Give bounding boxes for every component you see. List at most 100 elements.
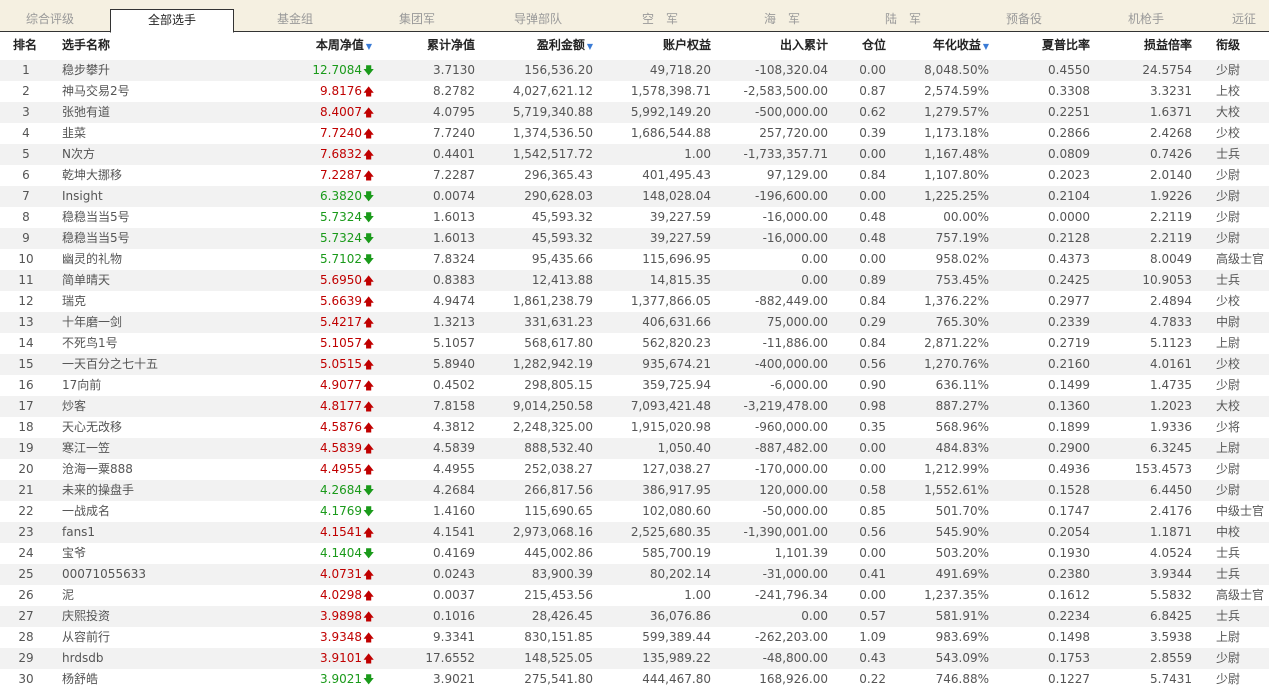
- cell-player-name[interactable]: 乾坤大挪移: [62, 165, 262, 186]
- cell-week-nav: 4.4955🡅: [260, 459, 374, 480]
- cell-player-name[interactable]: 17向前: [62, 375, 262, 396]
- cell-sharpe: 0.0809: [1048, 147, 1090, 161]
- table-row[interactable]: 21 未来的操盘手 4.2684🡇 4.2684 266,817.56 386,917.9…: [0, 480, 1269, 501]
- cell-equity: 1.00: [684, 147, 711, 161]
- cell-player-name[interactable]: 一战成名: [62, 501, 262, 522]
- cell-profit: 45,593.32: [531, 231, 593, 245]
- cell-flow: 168,926.00: [759, 672, 828, 686]
- cell-flow: -500,000.00: [754, 105, 828, 119]
- col-sharpe[interactable]: 夏普比率: [1000, 32, 1090, 59]
- cell-player-name[interactable]: 杨舒皓: [62, 669, 262, 690]
- cell-rank: 9: [22, 231, 30, 245]
- col-cum-nav[interactable]: 累计净值: [374, 32, 475, 59]
- table-row[interactable]: 24 宝爷 4.1404🡇 0.4169 445,002.86 585,700.19 1,1…: [0, 543, 1269, 564]
- cell-player-name[interactable]: hrdsdb: [62, 648, 262, 669]
- table-row[interactable]: 5 N次方 7.6832🡅 0.4401 1,542,517.72 1.00 -1,733,…: [0, 144, 1269, 165]
- arrow-up-icon: 🡅: [363, 442, 375, 455]
- table-row[interactable]: 7 Insight 6.3820🡇 0.0074 290,628.03 148,028.0…: [0, 186, 1269, 207]
- cell-annual: 00.00%: [943, 210, 989, 224]
- tab-all-players[interactable]: 全部选手: [110, 9, 234, 33]
- cell-player-name[interactable]: 庆熙投资: [62, 606, 262, 627]
- table-row[interactable]: 12 瑞克 5.6639🡅 4.9474 1,861,238.79 1,377,866.0…: [0, 291, 1269, 312]
- col-name[interactable]: 选手名称: [62, 32, 110, 59]
- table-row[interactable]: 10 幽灵的礼物 5.7102🡇 7.8324 95,435.66 115,696.95 0…: [0, 249, 1269, 270]
- table-row[interactable]: 27 庆熙投资 3.9898🡅 0.1016 28,426.45 36,076.86 0.0…: [0, 606, 1269, 627]
- tab-reserve[interactable]: 预备役: [979, 10, 1069, 32]
- cell-player-name[interactable]: 沧海一粟888: [62, 459, 262, 480]
- tab-machine-gunner[interactable]: 机枪手: [1101, 10, 1191, 32]
- cell-player-name[interactable]: 寒江一笠: [62, 438, 262, 459]
- tab-air-force[interactable]: 空 军: [615, 10, 705, 32]
- table-row[interactable]: 26 泥 4.0298🡅 0.0037 215,453.56 1.00 -241,796.3…: [0, 585, 1269, 606]
- table-row[interactable]: 15 一天百分之七十五 5.0515🡅 5.8940 1,282,942.19 935,6…: [0, 354, 1269, 375]
- tab-fund-group[interactable]: 基金组: [250, 10, 340, 32]
- cell-player-name[interactable]: 十年磨一剑: [62, 312, 262, 333]
- table-row[interactable]: 2 神马交易2号 9.8176🡅 8.2782 4,027,621.12 1,578,39…: [0, 81, 1269, 102]
- arrow-down-icon: 🡇: [363, 190, 375, 203]
- cell-player-name[interactable]: 00071055633: [62, 564, 262, 585]
- tab-navy[interactable]: 海 军: [737, 10, 827, 32]
- table-row[interactable]: 14 不死鸟1号 5.1057🡅 5.1057 568,617.80 562,820.23…: [0, 333, 1269, 354]
- cell-player-name[interactable]: fans1: [62, 522, 262, 543]
- cell-player-name[interactable]: 从容前行: [62, 627, 262, 648]
- cell-player-name[interactable]: 稳稳当当5号: [62, 207, 262, 228]
- table-row[interactable]: 18 天心无改移 4.5876🡅 4.3812 2,248,325.00 1,915,02…: [0, 417, 1269, 438]
- col-profit[interactable]: 盈利金额 ▼: [480, 32, 593, 59]
- cell-player-name[interactable]: 宝爷: [62, 543, 262, 564]
- cell-player-name[interactable]: 稳步攀升: [62, 60, 262, 81]
- col-week-nav[interactable]: 本周净值 ▼: [260, 32, 372, 59]
- table-row[interactable]: 6 乾坤大挪移 7.2287🡅 7.2287 296,365.43 401,495.43 9…: [0, 165, 1269, 186]
- table-row[interactable]: 29 hrdsdb 3.9101🡅 17.6552 148,525.05 135,989.…: [0, 648, 1269, 669]
- table-row[interactable]: 13 十年磨一剑 5.4217🡅 1.3213 331,631.23 406,631.66…: [0, 312, 1269, 333]
- table-row[interactable]: 4 韭菜 7.7240🡅 7.7240 1,374,536.50 1,686,544.88…: [0, 123, 1269, 144]
- tab-army[interactable]: 陆 军: [858, 10, 948, 32]
- table-row[interactable]: 16 17向前 4.9077🡅 0.4502 298,805.15 359,725.94-…: [0, 375, 1269, 396]
- cell-player-name[interactable]: 稳稳当当5号: [62, 228, 262, 249]
- table-row[interactable]: 22 一战成名 4.1769🡇 1.4160 115,690.65 102,080.60-…: [0, 501, 1269, 522]
- table-row[interactable]: 8 稳稳当当5号 5.7324🡇 1.6013 45,593.32 39,227.59 -1…: [0, 207, 1269, 228]
- table-row[interactable]: 9 稳稳当当5号 5.7324🡇 1.6013 45,593.32 39,227.59 -1…: [0, 228, 1269, 249]
- table-row[interactable]: 23 fans1 4.1541🡅 4.1541 2,973,068.16 2,525,68…: [0, 522, 1269, 543]
- col-annual[interactable]: 年化收益 ▼: [890, 32, 989, 59]
- cell-player-name[interactable]: 未来的操盘手: [62, 480, 262, 501]
- col-position[interactable]: 仓位: [836, 32, 886, 59]
- cell-player-name[interactable]: 张弛有道: [62, 102, 262, 123]
- table-row[interactable]: 11 简单晴天 5.6950🡅 0.8383 12,413.88 14,815.35 0.0…: [0, 270, 1269, 291]
- cell-player-name[interactable]: Insight: [62, 186, 262, 207]
- col-rank[interactable]: 排名: [13, 32, 37, 59]
- cell-position: 0.84: [859, 336, 886, 350]
- col-title[interactable]: 衔级: [1216, 32, 1240, 59]
- cell-player-name[interactable]: 神马交易2号: [62, 81, 262, 102]
- table-row[interactable]: 19 寒江一笠 4.5839🡅 4.5839 888,532.40 1,050.40 -88…: [0, 438, 1269, 459]
- table-row[interactable]: 20 沧海一粟888 4.4955🡅 4.4955 252,038.27 127,038.…: [0, 459, 1269, 480]
- cell-cum-nav: 17.6552: [425, 651, 475, 665]
- tab-army-group[interactable]: 集团军: [372, 10, 462, 32]
- tab-missile-force[interactable]: 导弹部队: [493, 10, 583, 32]
- table-row[interactable]: 30 杨舒皓 3.9021🡇 3.9021 275,541.80 444,467.80 16…: [0, 669, 1269, 690]
- col-equity[interactable]: 账户权益: [600, 32, 711, 59]
- table-row[interactable]: 17 炒客 4.8177🡅 7.8158 9,014,250.58 7,093,421.4…: [0, 396, 1269, 417]
- table-row[interactable]: 3 张弛有道 8.4007🡅 4.0795 5,719,340.88 5,992,149.…: [0, 102, 1269, 123]
- table-row[interactable]: 1 稳步攀升 12.7084🡇 3.7130 156,536.20 49,718.20 -1…: [0, 60, 1269, 81]
- col-week-nav-label: 本周净值: [315, 38, 364, 52]
- table-row[interactable]: 28 从容前行 3.9348🡅 9.3341 830,151.85 599,389.44-…: [0, 627, 1269, 648]
- cell-player-name[interactable]: 幽灵的礼物: [62, 249, 262, 270]
- cell-player-name[interactable]: N次方: [62, 144, 262, 165]
- cell-player-name[interactable]: 一天百分之七十五: [62, 354, 262, 375]
- cell-player-name[interactable]: 不死鸟1号: [62, 333, 262, 354]
- cell-player-name[interactable]: 泥: [62, 585, 262, 606]
- sort-down-icon: ▼: [982, 42, 989, 51]
- col-flow[interactable]: 出入累计: [716, 32, 828, 59]
- cell-player-name[interactable]: 瑞克: [62, 291, 262, 312]
- cell-cum-nav: 4.2684: [433, 483, 475, 497]
- table-row[interactable]: 25 00071055633 4.0731🡅 0.0243 83,900.39 80,20…: [0, 564, 1269, 585]
- tab-expedition[interactable]: 远征: [1232, 10, 1269, 32]
- col-pl-ratio[interactable]: 损益倍率: [1100, 32, 1192, 59]
- cell-player-name[interactable]: 天心无改移: [62, 417, 262, 438]
- cell-player-name[interactable]: 简单晴天: [62, 270, 262, 291]
- tab-overall-rating[interactable]: 综合评级: [5, 10, 95, 32]
- cell-player-name[interactable]: 韭菜: [62, 123, 262, 144]
- cell-player-name[interactable]: 炒客: [62, 396, 262, 417]
- cell-week-nav: 4.9077🡅: [260, 375, 374, 396]
- cell-flow: 257,720.00: [759, 126, 828, 140]
